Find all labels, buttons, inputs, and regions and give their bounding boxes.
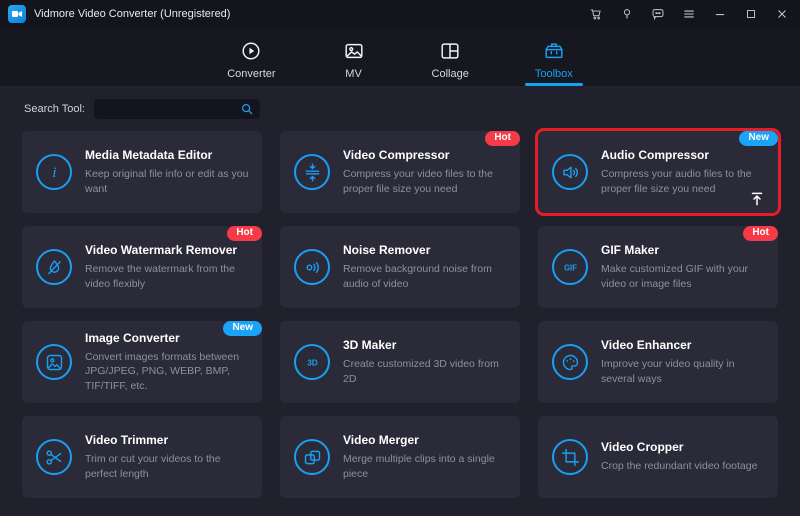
card-audio-compressor[interactable]: Audio Compressor Compress your audio file… bbox=[538, 131, 778, 213]
video-compressor-icon bbox=[294, 154, 330, 190]
enhancer-icon bbox=[552, 344, 588, 380]
trimmer-icon bbox=[36, 439, 72, 475]
minimize-button[interactable] bbox=[712, 6, 728, 22]
card-desc: Trim or cut your videos to the perfect l… bbox=[85, 452, 254, 480]
gif-icon: GIF bbox=[552, 249, 588, 285]
svg-text:3D: 3D bbox=[307, 357, 318, 367]
card-title: Video Watermark Remover bbox=[85, 243, 254, 257]
converter-icon bbox=[239, 39, 263, 63]
mv-icon bbox=[342, 39, 366, 63]
noise-remover-icon bbox=[294, 249, 330, 285]
window-title: Vidmore Video Converter (Unregistered) bbox=[34, 8, 230, 20]
info-icon: i bbox=[36, 154, 72, 190]
card-title: Video Enhancer bbox=[601, 338, 770, 352]
cropper-icon bbox=[552, 439, 588, 475]
card-desc: Remove the watermark from the video flex… bbox=[85, 262, 254, 290]
hot-badge: Hot bbox=[485, 131, 520, 146]
search-box bbox=[94, 99, 260, 119]
card-video-watermark-remover[interactable]: Video Watermark Remover Remove the waterm… bbox=[22, 226, 262, 308]
card-text: Video Trimmer Trim or cut your videos to … bbox=[85, 433, 254, 480]
close-button[interactable] bbox=[774, 6, 790, 22]
card-3d-maker[interactable]: 3D 3D Maker Create customized 3D video fro… bbox=[280, 321, 520, 403]
card-noise-remover[interactable]: Noise Remover Remove background noise fro… bbox=[280, 226, 520, 308]
maximize-button[interactable] bbox=[743, 6, 759, 22]
cart-icon[interactable] bbox=[588, 6, 604, 22]
toolbox-grid: i Media Metadata Editor Keep original file… bbox=[0, 119, 800, 498]
tab-collage[interactable]: Collage bbox=[416, 28, 485, 86]
card-text: Media Metadata Editor Keep original file … bbox=[85, 148, 254, 195]
card-video-merger[interactable]: Video Merger Merge multiple clips into a … bbox=[280, 416, 520, 498]
card-text: Video Merger Merge multiple clips into a … bbox=[343, 433, 512, 480]
titlebar-actions bbox=[588, 6, 790, 22]
tab-mv[interactable]: MV bbox=[326, 28, 382, 86]
card-desc: Make customized GIF with your video or i… bbox=[601, 262, 770, 290]
card-desc: Merge multiple clips into a single piece bbox=[343, 452, 512, 480]
toolbox-icon bbox=[542, 39, 566, 63]
search-icon[interactable] bbox=[239, 101, 255, 117]
card-media-metadata-editor[interactable]: i Media Metadata Editor Keep original file… bbox=[22, 131, 262, 213]
tab-label: Toolbox bbox=[535, 68, 573, 80]
card-title: Noise Remover bbox=[343, 243, 512, 257]
titlebar: Vidmore Video Converter (Unregistered) bbox=[0, 0, 800, 28]
card-desc: Keep original file info or edit as you w… bbox=[85, 167, 254, 195]
svg-text:GIF: GIF bbox=[563, 263, 576, 272]
watermark-remover-icon bbox=[36, 249, 72, 285]
main-tabs: Converter MV Collage Toolbox bbox=[0, 28, 800, 86]
card-image-converter[interactable]: Image ConverterConvert images formats be… bbox=[22, 321, 262, 403]
search-row: Search Tool: bbox=[0, 86, 800, 119]
hot-badge: Hot bbox=[227, 226, 262, 241]
card-desc: Remove background noise from audio of vi… bbox=[343, 262, 512, 290]
card-title: GIF Maker bbox=[601, 243, 770, 257]
feedback-icon[interactable] bbox=[650, 6, 666, 22]
card-gif-maker[interactable]: GIF GIF Maker Make customized GIF with you… bbox=[538, 226, 778, 308]
card-text: Audio Compressor Compress your audio file… bbox=[601, 148, 770, 195]
card-video-trimmer[interactable]: Video Trimmer Trim or cut your videos to … bbox=[22, 416, 262, 498]
card-video-cropper[interactable]: Video Cropper Crop the redundant video fo… bbox=[538, 416, 778, 498]
card-title: Audio Compressor bbox=[601, 148, 770, 162]
card-title: 3D Maker bbox=[343, 338, 512, 352]
image-converter-icon bbox=[36, 344, 72, 380]
card-desc: Crop the redundant video footage bbox=[601, 459, 757, 473]
card-title: Video Merger bbox=[343, 433, 512, 447]
lamp-icon[interactable] bbox=[619, 6, 635, 22]
app-window: Vidmore Video Converter (Unregistered) bbox=[0, 0, 800, 516]
card-title: Media Metadata Editor bbox=[85, 148, 254, 162]
card-title: Video Compressor bbox=[343, 148, 512, 162]
card-text: GIF Maker Make customized GIF with your v… bbox=[601, 243, 770, 290]
card-desc: Convert images formats between JPG/JPEG,… bbox=[85, 350, 254, 393]
card-video-compressor[interactable]: Video Compressor Compress your video file… bbox=[280, 131, 520, 213]
card-video-enhancer[interactable]: Video Enhancer Improve your video quality… bbox=[538, 321, 778, 403]
new-badge: New bbox=[739, 131, 778, 146]
tab-converter[interactable]: Converter bbox=[211, 28, 291, 86]
card-title: Video Cropper bbox=[601, 440, 757, 454]
card-text: Image ConverterConvert images formats be… bbox=[85, 331, 254, 393]
card-text: Noise Remover Remove background noise fro… bbox=[343, 243, 512, 290]
tab-label: MV bbox=[345, 68, 362, 80]
card-text: Video Enhancer Improve your video quality… bbox=[601, 338, 770, 385]
merger-icon bbox=[294, 439, 330, 475]
card-desc: Compress your video files to the proper … bbox=[343, 167, 512, 195]
search-input[interactable] bbox=[103, 102, 239, 116]
card-desc: Improve your video quality in several wa… bbox=[601, 357, 770, 385]
card-text: 3D Maker Create customized 3D video from … bbox=[343, 338, 512, 385]
card-desc: Create customized 3D video from 2D bbox=[343, 357, 512, 385]
tab-toolbox[interactable]: Toolbox bbox=[519, 28, 589, 86]
collage-icon bbox=[438, 39, 462, 63]
tab-label: Collage bbox=[432, 68, 469, 80]
card-text: Video Cropper Crop the redundant video fo… bbox=[601, 440, 757, 473]
tab-label: Converter bbox=[227, 68, 275, 80]
menu-icon[interactable] bbox=[681, 6, 697, 22]
scroll-to-top-icon[interactable] bbox=[748, 190, 766, 208]
search-label: Search Tool: bbox=[24, 103, 85, 115]
card-text: Video Compressor Compress your video file… bbox=[343, 148, 512, 195]
card-text: Video Watermark Remover Remove the waterm… bbox=[85, 243, 254, 290]
3d-icon: 3D bbox=[294, 344, 330, 380]
card-desc: Compress your audio files to the proper … bbox=[601, 167, 770, 195]
svg-text:i: i bbox=[52, 164, 56, 180]
hot-badge: Hot bbox=[743, 226, 778, 241]
new-badge: New bbox=[223, 321, 262, 336]
app-logo-icon bbox=[8, 5, 26, 23]
card-title: Video Trimmer bbox=[85, 433, 254, 447]
audio-compressor-icon bbox=[552, 154, 588, 190]
